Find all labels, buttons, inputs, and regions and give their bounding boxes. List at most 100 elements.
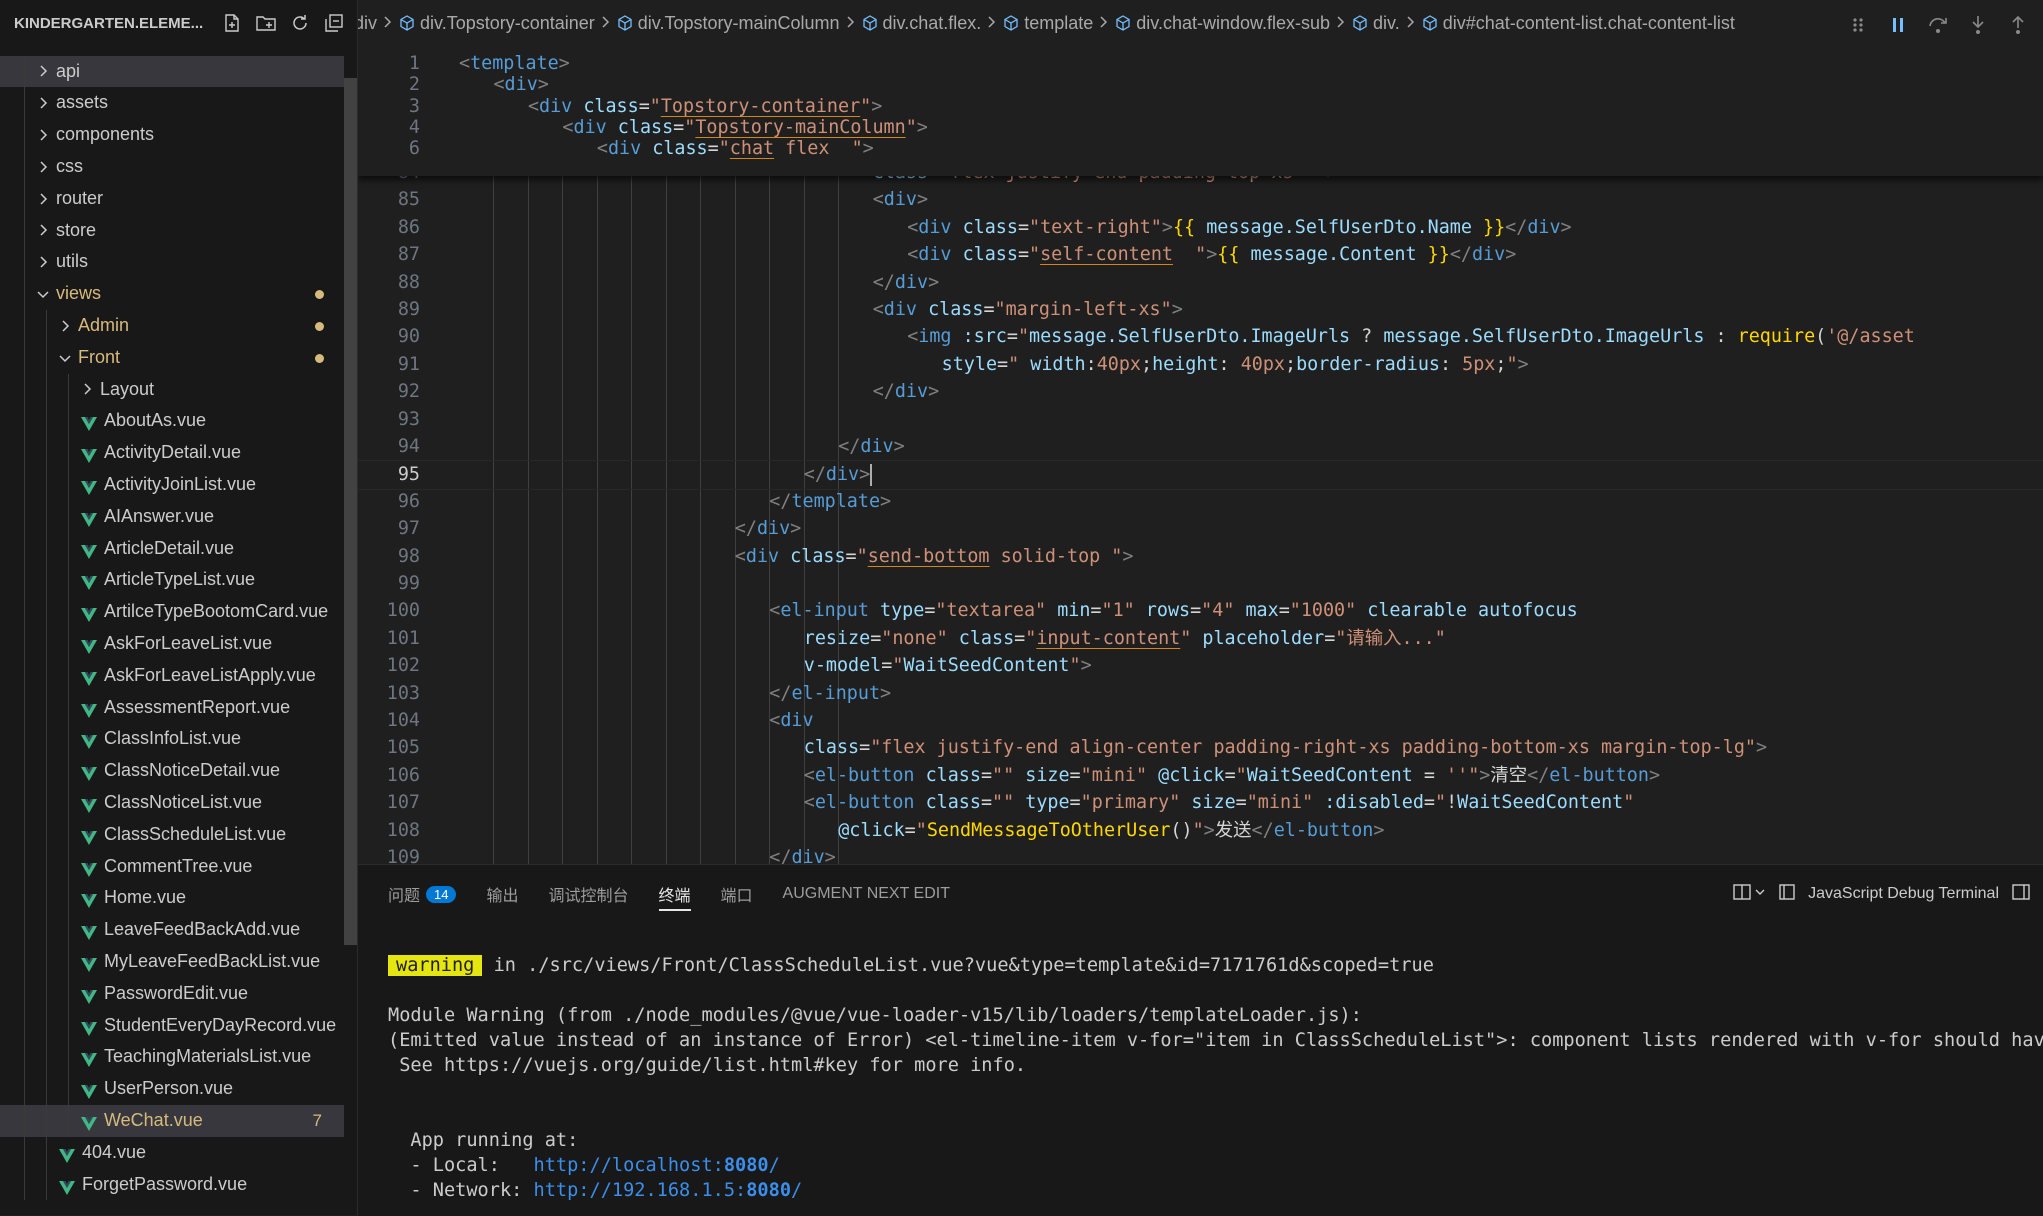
line-number[interactable]: 106	[358, 762, 420, 789]
file-item[interactable]: TeachingMaterialsList.vue	[0, 1041, 344, 1074]
code-text[interactable]: </el-input>	[769, 680, 891, 707]
line-number[interactable]: 84	[358, 176, 420, 186]
code-line[interactable]: 109 </div>	[358, 844, 2043, 864]
file-item[interactable]: UserPerson.vue	[0, 1073, 344, 1105]
code-line[interactable]: 98 <div class="send-bottom solid-top ">	[358, 543, 2043, 570]
code-line[interactable]: 89 <div class="margin-left-xs">	[358, 296, 2043, 323]
chevron-down-icon[interactable]	[1754, 885, 1766, 903]
code-line[interactable]: 96 </template>	[358, 488, 2043, 515]
code-line[interactable]: 86 <div class="text-right">{{ message.Sel…	[358, 214, 2043, 241]
code-line[interactable]: 88 </div>	[358, 269, 2043, 296]
folder-item[interactable]: Admin	[0, 310, 344, 342]
code-text[interactable]: </div>	[838, 433, 904, 460]
line-number[interactable]: 87	[358, 241, 420, 268]
code-text[interactable]: @click="SendMessageToOtherUser()">发送</el…	[838, 817, 1384, 844]
network-url-host[interactable]: http://192.168.1.5:	[534, 1180, 747, 1201]
code-text[interactable]: <div>	[873, 186, 928, 213]
line-number[interactable]: 98	[358, 543, 420, 570]
breadcrumb-item[interactable]: div.	[1352, 13, 1400, 34]
code-line[interactable]: 6 <div class="chat flex ">	[358, 135, 2043, 162]
split-terminal-icon[interactable]	[1732, 882, 1752, 907]
code-text[interactable]: <div class="margin-left-xs">	[873, 296, 1183, 323]
file-item[interactable]: AskForLeaveListApply.vue	[0, 659, 344, 692]
code-text[interactable]: <el-input type="textarea" min="1" rows="…	[769, 597, 1577, 624]
panel-tab[interactable]: 问题 14	[388, 865, 457, 923]
code-text[interactable]: </div>	[735, 515, 801, 542]
breadcrumb-item[interactable]: div.Topstory-mainColumn	[617, 13, 840, 34]
line-number[interactable]: 104	[358, 707, 420, 734]
chevron-down-icon[interactable]	[58, 342, 72, 374]
code-text[interactable]: class="flex justify-end align-center pad…	[804, 734, 1767, 761]
line-number[interactable]: 93	[358, 406, 420, 433]
code-line[interactable]: 92 </div>	[358, 378, 2043, 405]
file-item[interactable]: ClassNoticeDetail.vue	[0, 755, 344, 787]
folder-item[interactable]: api	[0, 55, 344, 88]
line-number[interactable]: 96	[358, 488, 420, 515]
file-item[interactable]: ClassInfoList.vue	[0, 723, 344, 756]
breadcrumb-item[interactable]: template	[1003, 13, 1093, 34]
file-item[interactable]: ClassScheduleList.vue	[0, 818, 344, 851]
new-folder-icon[interactable]	[254, 11, 278, 35]
code-text[interactable]: resize="none" class="input-content" plac…	[804, 625, 1446, 652]
folder-item[interactable]: assets	[0, 87, 344, 120]
network-url-tail[interactable]: /	[791, 1180, 802, 1201]
line-number[interactable]: 88	[358, 269, 420, 296]
chevron-right-icon[interactable]	[36, 119, 50, 151]
code-line[interactable]: 105 class="flex justify-end align-center …	[358, 734, 2043, 761]
code-editor[interactable]: div div.Topstory-container div.Topstory-ma…	[358, 0, 2043, 864]
line-number[interactable]: 91	[358, 351, 420, 378]
code-line[interactable]: 91 style=" width:40px;height: 40px;border…	[358, 351, 2043, 378]
folder-item[interactable]: router	[0, 182, 344, 215]
code-text[interactable]: style=" width:40px;height: 40px;border-r…	[942, 351, 1529, 378]
step-over-icon[interactable]	[1927, 14, 1949, 36]
code-line[interactable]: 104 <div	[358, 707, 2043, 734]
refresh-icon[interactable]	[288, 11, 312, 35]
file-item[interactable]: WeChat.vue 7	[0, 1105, 344, 1137]
line-number[interactable]: 97	[358, 515, 420, 542]
line-number[interactable]: 86	[358, 214, 420, 241]
pause-icon[interactable]	[1887, 14, 1909, 36]
line-number[interactable]: 109	[358, 844, 420, 864]
panel-tab[interactable]: 输出	[486, 865, 518, 923]
line-number[interactable]: 108	[358, 817, 420, 844]
code-line[interactable]: 101 resize="none" class="input-content" p…	[358, 625, 2043, 652]
chevron-down-icon[interactable]	[36, 278, 50, 310]
code-text[interactable]: class="flex justify-end padding-top-xs "…	[873, 176, 1338, 186]
code-text[interactable]: </div>	[804, 461, 873, 488]
code-text[interactable]: <div class="send-bottom solid-top ">	[735, 543, 1134, 570]
line-number[interactable]: 85	[358, 186, 420, 213]
line-number[interactable]: 100	[358, 597, 420, 624]
network-url-port[interactable]: 8080	[746, 1180, 791, 1201]
file-item[interactable]: Home.vue	[0, 882, 344, 915]
chevron-right-icon[interactable]	[36, 215, 50, 247]
code-line[interactable]: 94 </div>	[358, 433, 2043, 460]
code-text[interactable]: v-model="WaitSeedContent">	[804, 652, 1092, 679]
folder-item[interactable]: css	[0, 151, 344, 183]
line-number[interactable]: 92	[358, 378, 420, 405]
code-line[interactable]: 107 <el-button class="" type="primary" si…	[358, 789, 2043, 816]
code-text[interactable]: <img :src="message.SelfUserDto.ImageUrls…	[907, 323, 1915, 350]
folder-item[interactable]: views	[0, 278, 344, 310]
code-line[interactable]: 99	[358, 570, 2043, 597]
terminal-output[interactable]: warning in ./src/views/Front/ClassSchedu…	[388, 953, 2043, 1203]
file-item[interactable]: StudentEveryDayRecord.vue	[0, 1009, 344, 1042]
code-text[interactable]: </template>	[769, 488, 891, 515]
line-number[interactable]: 99	[358, 570, 420, 597]
code-text[interactable]: <el-button class="" type="primary" size=…	[804, 789, 1635, 816]
code-line[interactable]: 102 v-model="WaitSeedContent">	[358, 652, 2043, 679]
line-number[interactable]: 90	[358, 323, 420, 350]
file-item[interactable]: AboutAs.vue	[0, 405, 344, 438]
code-text[interactable]: </div>	[873, 378, 939, 405]
panel-tab[interactable]: AUGMENT NEXT EDIT	[783, 865, 950, 923]
panel-tab[interactable]: 调试控制台	[549, 865, 629, 923]
breadcrumb-item[interactable]: div.Topstory-container	[399, 13, 595, 34]
line-number[interactable]: 107	[358, 789, 420, 816]
local-url-tail[interactable]: /	[769, 1155, 780, 1176]
sticky-scroll[interactable]: 1 <template> 2 <div> 3 <div class="Topstory-c…	[358, 46, 2043, 176]
line-number[interactable]: 105	[358, 734, 420, 761]
new-file-icon[interactable]	[220, 11, 244, 35]
code-line[interactable]: 90 <img :src="message.SelfUserDto.ImageUr…	[358, 323, 2043, 350]
local-url-port[interactable]: 8080	[724, 1155, 769, 1176]
breadcrumb-item[interactable]: div.chat-window.flex-sub	[1115, 13, 1330, 34]
code-text[interactable]: <div	[769, 707, 813, 734]
